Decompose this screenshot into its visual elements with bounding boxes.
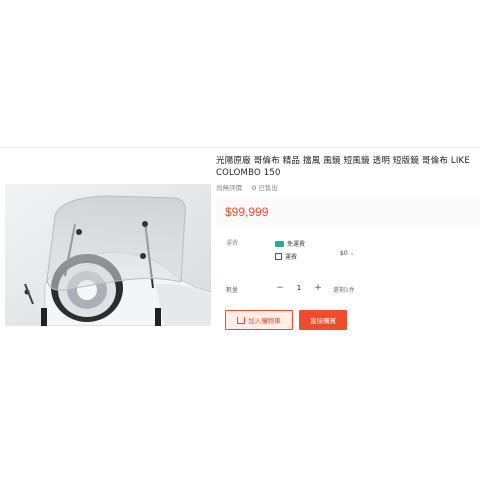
shipping-fee-line: 運費 [275, 250, 305, 263]
truck-icon [275, 240, 284, 247]
quantity-label: 數量 [226, 287, 239, 294]
shipping-fee-value: $0 [340, 250, 348, 257]
sold-label: 已售出 [258, 184, 278, 192]
quantity-stepper: − 1 + [272, 281, 326, 295]
buy-now-button[interactable]: 直接購買 [299, 310, 347, 330]
shipping-fee-text: 運費 [285, 254, 298, 261]
product-price: $99,999 [225, 205, 269, 219]
stock-text: 還剩1件 [333, 287, 355, 294]
chevron-down-icon: ⌄ [349, 250, 355, 257]
free-shipping-text: 免運費 [287, 241, 306, 248]
free-shipping-line: 免運費 [275, 237, 305, 250]
header-divider [0, 147, 480, 148]
sold-count: 0 已售出 [252, 182, 278, 192]
windshield-photo [5, 184, 211, 326]
add-to-cart-label: 加入購物車 [248, 317, 281, 325]
product-image[interactable] [5, 184, 211, 326]
quantity-input[interactable]: 1 [288, 281, 310, 295]
add-to-cart-button[interactable]: 加入購物車 [225, 310, 293, 330]
product-info: 光陽原廠 哥倫布 精品 擋風 風鏡 短風鏡 透明 短版鏡 哥倫布 LIKE CO… [216, 155, 476, 192]
quantity-minus-button[interactable]: − [272, 281, 288, 295]
quantity-plus-button[interactable]: + [310, 281, 326, 295]
buy-now-label: 直接購買 [310, 317, 336, 325]
package-icon [275, 253, 282, 260]
rating-label: 尚無評價 [216, 184, 242, 192]
shipping-fee-dropdown[interactable]: $0 ⌄ [340, 250, 355, 257]
cart-icon [237, 316, 246, 324]
sold-value: 0 [252, 184, 257, 192]
shipping-options: 免運費 運費 [275, 237, 305, 263]
product-title: 光陽原廠 哥倫布 精品 擋風 風鏡 短風鏡 透明 短版鏡 哥倫布 LIKE CO… [216, 156, 470, 178]
rating-status[interactable]: 尚無評價 [216, 182, 242, 192]
product-stats: 尚無評價 0 已售出 [216, 182, 476, 192]
shipping-label: 運費 [226, 240, 239, 247]
price-box: $99,999 [216, 199, 480, 227]
